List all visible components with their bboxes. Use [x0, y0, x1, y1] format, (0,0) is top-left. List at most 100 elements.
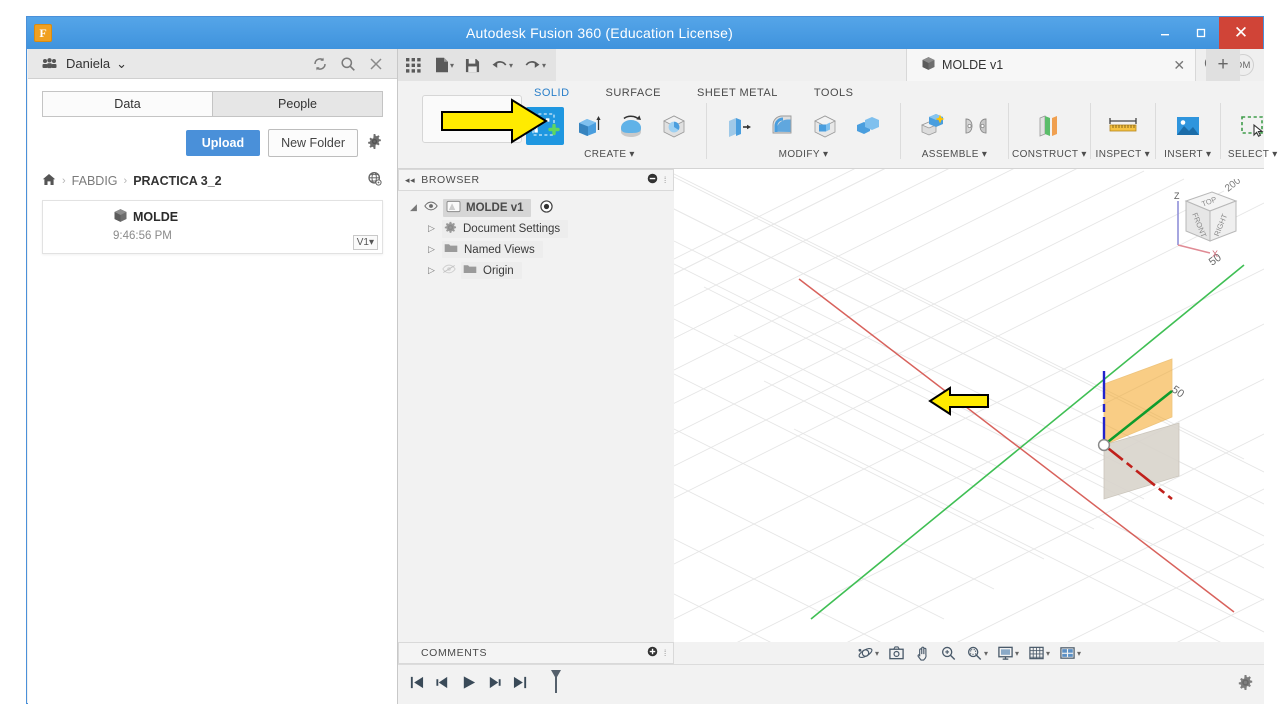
chevron-down-icon: ▾	[822, 149, 829, 160]
create-sketch-icon[interactable]	[526, 107, 564, 145]
ribbon-tab-surface[interactable]: SURFACE	[588, 87, 679, 99]
insert-image-icon[interactable]	[1169, 107, 1207, 145]
redo-icon[interactable]: ▾	[524, 58, 546, 72]
upload-button[interactable]: Upload	[185, 130, 261, 156]
close-panel-icon[interactable]	[365, 56, 387, 72]
pan-icon[interactable]	[914, 645, 931, 662]
new-tab-button[interactable]: +	[1206, 49, 1241, 81]
go-to-end-button[interactable]	[512, 675, 529, 695]
ribbon-group-label-select[interactable]: SELECT ▾	[1228, 149, 1278, 160]
fillet-icon[interactable]	[763, 107, 801, 145]
view-cube[interactable]: TOP FRONT RIGHT Z X 200	[1154, 175, 1250, 259]
tab-people[interactable]: People	[213, 91, 383, 117]
new-component-icon[interactable]	[914, 107, 952, 145]
breadcrumb-item-practica[interactable]: PRACTICA 3_2	[133, 174, 221, 188]
timeline-settings-gear-icon[interactable]	[1237, 674, 1254, 696]
chevron-down-icon[interactable]: ▾	[875, 649, 879, 658]
home-icon[interactable]	[42, 173, 56, 189]
save-icon[interactable]	[465, 58, 480, 73]
shell-icon[interactable]	[806, 107, 844, 145]
tab-data[interactable]: Data	[42, 91, 213, 117]
tree-node-origin[interactable]: Origin	[461, 262, 522, 279]
globe-icon[interactable]	[367, 171, 383, 190]
document-tab-molde[interactable]: MOLDE v1 ✕	[906, 49, 1197, 81]
undo-icon[interactable]: ▾	[491, 58, 513, 72]
step-back-button[interactable]	[434, 675, 451, 695]
app-grid-icon[interactable]	[406, 57, 421, 73]
new-folder-button[interactable]: New Folder	[268, 129, 358, 157]
browser-resize-handle[interactable]: ⁞	[664, 175, 667, 185]
activate-component-radio[interactable]	[539, 199, 553, 216]
timeline-marker[interactable]	[548, 669, 564, 700]
file-version-label: V1	[356, 237, 369, 248]
ribbon-tab-solid[interactable]: SOLID	[516, 87, 588, 99]
file-item-molde[interactable]: MOLDE 9:46:56 PM V1▾	[42, 200, 383, 254]
offset-plane-icon[interactable]	[1030, 107, 1068, 145]
tree-node-molde[interactable]: MOLDE v1	[443, 198, 531, 217]
expander-icon[interactable]: ▷	[426, 223, 437, 234]
viewports-icon[interactable]: ▾	[1059, 645, 1081, 661]
visibility-eye-off-icon[interactable]	[442, 264, 456, 277]
account-chevron-down-icon[interactable]: ⌄	[116, 56, 127, 72]
collapse-icon[interactable]: ◂◂	[405, 175, 415, 186]
combine-icon[interactable]	[849, 107, 887, 145]
chevron-down-icon[interactable]: ▾	[1046, 649, 1050, 658]
press-pull-icon[interactable]	[720, 107, 758, 145]
ribbon-tab-tools[interactable]: TOOLS	[796, 87, 872, 99]
expander-icon[interactable]: ◢	[408, 202, 419, 213]
fit-icon[interactable]: ▾	[966, 645, 988, 662]
tree-node-named-views[interactable]: Named Views	[442, 241, 543, 258]
chevron-down-icon[interactable]: ▾	[1015, 649, 1019, 658]
tree-row-named-views[interactable]: ▷ Named Views	[408, 239, 674, 260]
ribbon-group-label-inspect[interactable]: INSPECT ▾	[1096, 149, 1151, 160]
orbit-icon[interactable]: ▾	[857, 645, 879, 661]
visibility-eye-icon[interactable]	[424, 201, 438, 214]
tree-row-molde[interactable]: ◢ MOLDE v1	[408, 197, 674, 218]
close-button[interactable]: ✕	[1219, 17, 1263, 49]
expander-icon[interactable]: ▷	[426, 265, 437, 276]
go-to-beginning-button[interactable]	[408, 675, 425, 695]
search-icon[interactable]	[337, 56, 359, 72]
browser-minimize-icon[interactable]	[647, 173, 658, 187]
comments-resize-handle[interactable]: ⁞	[664, 648, 667, 658]
data-panel: Daniela ⌄ Data People Upload New Folder …	[28, 49, 398, 704]
3d-viewport[interactable]: 50 100 50 100 150 150 200 150 200	[674, 169, 1264, 642]
step-forward-button[interactable]	[486, 675, 503, 695]
add-comment-icon[interactable]	[647, 646, 658, 660]
display-settings-icon[interactable]: ▾	[997, 645, 1019, 661]
hole-icon[interactable]	[655, 107, 693, 145]
gear-icon[interactable]	[366, 133, 383, 153]
ribbon-group-label-create[interactable]: CREATE ▾	[584, 149, 635, 160]
close-icon[interactable]: ✕	[1173, 57, 1185, 74]
refresh-icon[interactable]	[309, 56, 331, 72]
account-name[interactable]: Daniela	[66, 56, 110, 71]
play-button[interactable]	[460, 675, 477, 695]
tree-node-document-settings[interactable]: Document Settings	[442, 219, 569, 238]
look-at-icon[interactable]	[888, 645, 905, 661]
select-window-icon[interactable]	[1234, 107, 1272, 145]
chevron-down-icon: ▾	[1144, 149, 1151, 160]
zoom-icon[interactable]	[940, 645, 957, 662]
ribbon-group-label-construct[interactable]: CONSTRUCT ▾	[1012, 149, 1087, 160]
tree-row-origin[interactable]: ▷ Origin	[408, 260, 674, 281]
tree-row-document-settings[interactable]: ▷ Document Settings	[408, 218, 674, 239]
extrude-icon[interactable]	[569, 107, 607, 145]
ribbon-tab-sheet-metal[interactable]: SHEET METAL	[679, 87, 796, 99]
ribbon-group-label-modify[interactable]: MODIFY ▾	[779, 149, 829, 160]
comments-panel: COMMENTS ⁞	[398, 642, 674, 664]
revolve-icon[interactable]	[612, 107, 650, 145]
joint-icon[interactable]	[957, 107, 995, 145]
workspace-selector[interactable]: DE	[422, 95, 522, 143]
expander-icon[interactable]: ▷	[426, 244, 437, 255]
ribbon-group-label-assemble[interactable]: ASSEMBLE ▾	[922, 149, 988, 160]
breadcrumb-item-fabdig[interactable]: FABDIG	[72, 174, 118, 188]
file-version-badge[interactable]: V1▾	[352, 235, 378, 250]
new-document-icon[interactable]: ▾	[435, 57, 454, 73]
chevron-down-icon[interactable]: ▾	[1077, 649, 1081, 658]
grid-snaps-icon[interactable]: ▾	[1028, 645, 1050, 661]
ribbon-group-label-insert[interactable]: INSERT ▾	[1164, 149, 1211, 160]
measure-icon[interactable]	[1104, 107, 1142, 145]
chevron-down-icon[interactable]: ▾	[984, 649, 988, 658]
minimize-button[interactable]	[1147, 17, 1183, 49]
maximize-button[interactable]	[1183, 17, 1219, 49]
